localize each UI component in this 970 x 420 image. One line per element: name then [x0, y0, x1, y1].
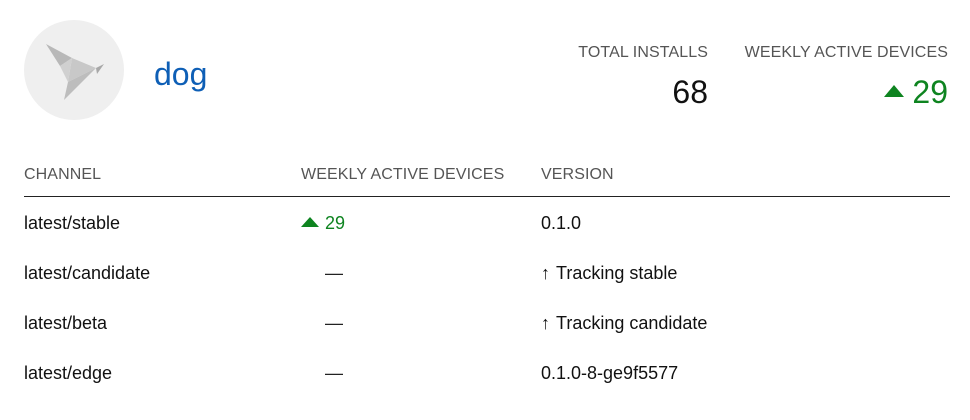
total-installs-value: 68 [672, 74, 708, 110]
table-row-latest-beta: latest/beta — ↑ Tracking candidate [24, 297, 950, 347]
version-column-header: VERSION [541, 166, 614, 183]
table-row-latest-candidate: latest/candidate — ↑ Tracking stable [24, 247, 950, 297]
version-cell: ↑ Tracking stable [541, 261, 677, 285]
empty-value-dash: — [325, 363, 343, 383]
empty-value-dash: — [325, 263, 343, 283]
version-cell: ↑ Tracking candidate [541, 311, 707, 335]
weekly-active-devices-value-wrap: 29 [745, 72, 948, 112]
weekly-active-devices-cell: 29 [301, 211, 345, 235]
version-cell: 0.1.0 [541, 213, 582, 233]
total-installs-metric: TOTAL INSTALLS 68 [578, 42, 708, 112]
weekly-active-devices-cell: — [301, 361, 343, 385]
snap-header: dog TOTAL INSTALLS 68 WEEKLY ACTIVE DEVI… [0, 0, 970, 140]
channel-column-header: CHANNEL [24, 166, 102, 183]
channel-cell: latest/stable [24, 213, 121, 233]
version-cell: 0.1.0-8-ge9f5577 [541, 363, 679, 383]
weekly-active-devices-label: WEEKLY ACTIVE DEVICES [744, 44, 948, 61]
tracking-up-arrow-icon: ↑ [541, 313, 550, 333]
weekly-active-devices-column-header: WEEKLY ACTIVE DEVICES [301, 166, 505, 183]
version-tracking-text: Tracking stable [556, 263, 678, 283]
weekly-active-devices-value: 29 [325, 213, 346, 233]
table-row-latest-stable: latest/stable 29 0.1.0 [24, 197, 950, 247]
empty-value-dash: — [325, 313, 343, 333]
channel-cell: latest/edge [24, 363, 113, 383]
channel-cell: latest/beta [24, 313, 108, 333]
snap-name-link[interactable]: dog [154, 52, 207, 96]
trend-up-icon [301, 217, 319, 227]
version-tracking-text: Tracking candidate [556, 313, 708, 333]
tracking-up-arrow-icon: ↑ [541, 263, 550, 283]
weekly-active-devices-cell: — [301, 311, 343, 335]
weekly-active-devices-cell: — [301, 261, 343, 285]
total-installs-value-wrap: 68 [578, 72, 708, 112]
weekly-active-devices-value: 29 [912, 74, 948, 110]
table-row-latest-edge: latest/edge — 0.1.0-8-ge9f5577 [24, 347, 950, 397]
channels-table: CHANNEL WEEKLY ACTIVE DEVICES VERSION la… [24, 160, 950, 397]
channels-table-header: CHANNEL WEEKLY ACTIVE DEVICES VERSION [24, 160, 950, 197]
total-installs-label: TOTAL INSTALLS [578, 44, 708, 61]
trend-up-icon [884, 85, 905, 97]
channel-cell: latest/candidate [24, 263, 151, 283]
snap-avatar [24, 20, 124, 120]
snap-bird-icon [46, 44, 104, 100]
weekly-active-devices-metric: WEEKLY ACTIVE DEVICES 29 [745, 42, 948, 112]
